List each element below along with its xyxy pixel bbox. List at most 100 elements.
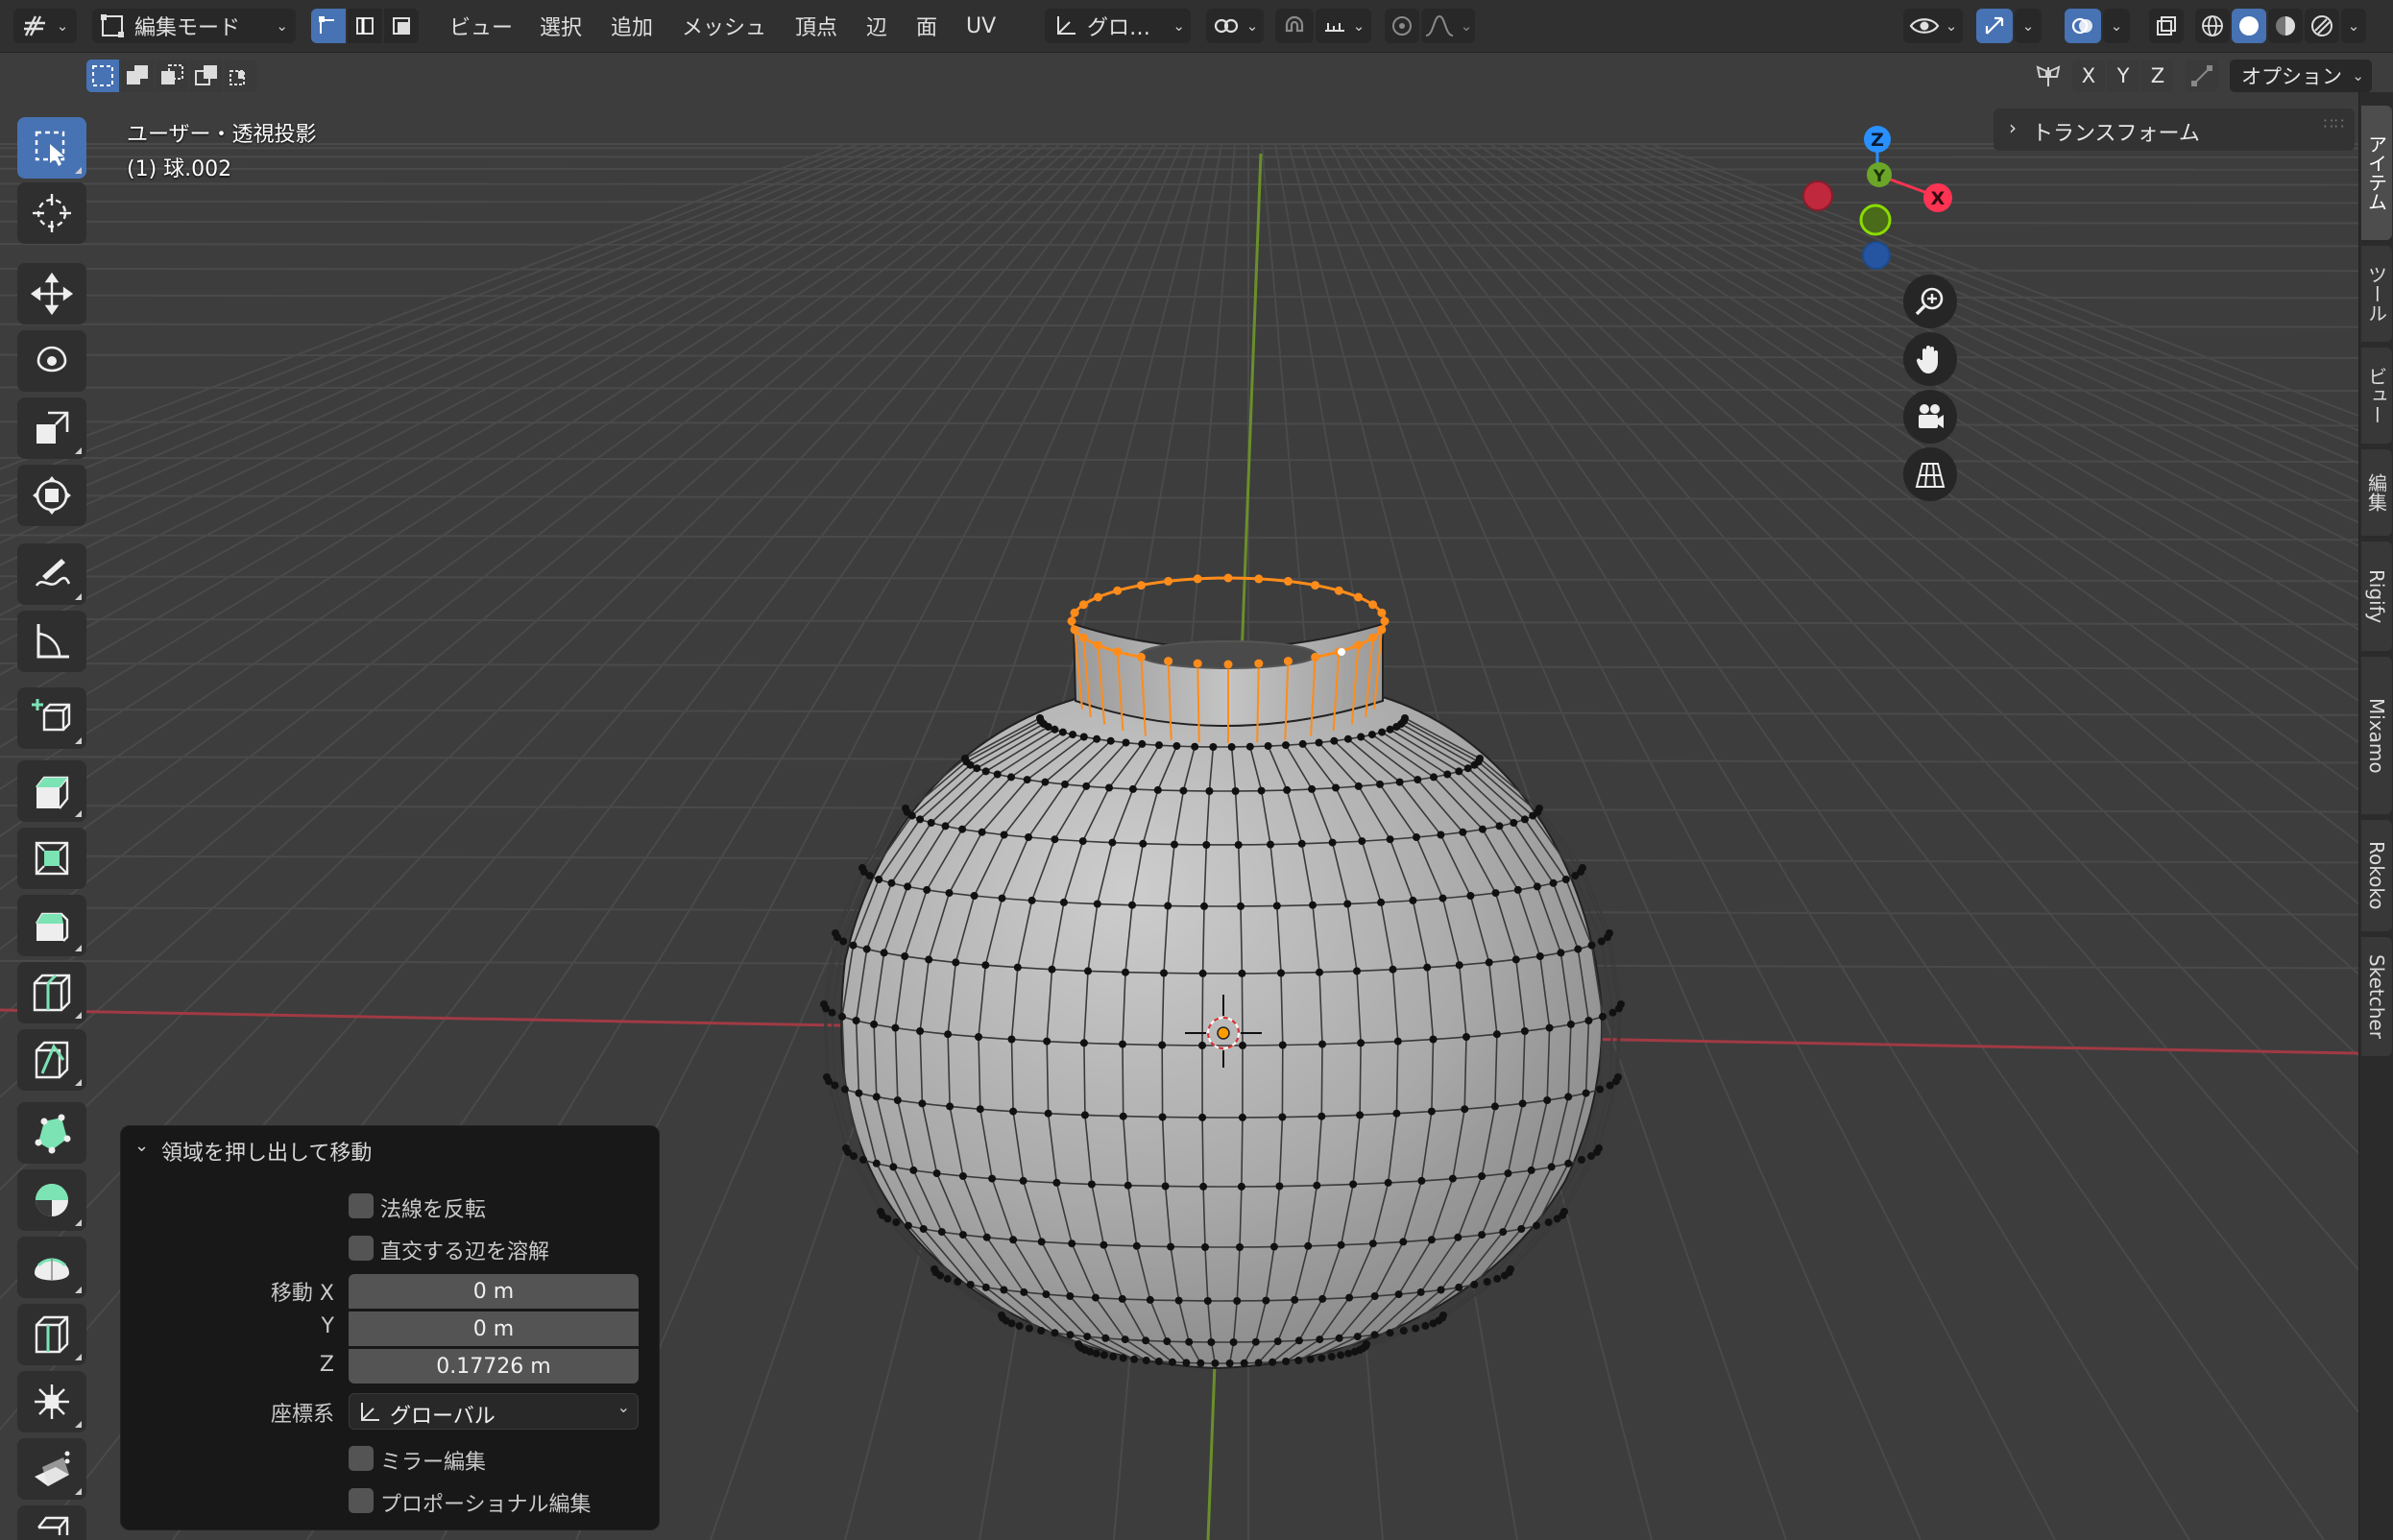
move-y-field[interactable]: 0 m (349, 1311, 639, 1346)
tab-view[interactable]: ビュー (2361, 348, 2392, 444)
menu-mesh[interactable]: メッシュ (682, 10, 766, 42)
options-dropdown[interactable]: オプション ⌄ (2230, 60, 2372, 92)
move-z-field[interactable]: 0.17726 m (349, 1349, 639, 1384)
transform-panel-header[interactable]: › トランスフォーム ∷∷ (1994, 108, 2355, 151)
transform-tool[interactable] (17, 465, 86, 526)
shading-wireframe-button[interactable] (2195, 9, 2230, 43)
overlay-toggle[interactable] (2065, 9, 2101, 43)
falloff-icon (1425, 14, 1453, 36)
rotate-tool[interactable] (17, 330, 86, 392)
tab-tool-label: ツール (2364, 265, 2388, 323)
orientation-select[interactable]: グローバル ⌄ (349, 1393, 639, 1430)
transform-panel-title: トランスフォーム (2032, 122, 2200, 146)
cursor-icon (33, 194, 71, 232)
snap-target-button[interactable]: ⌄ (1316, 9, 1371, 43)
shear-tool[interactable] (17, 1438, 86, 1500)
proportional-edit-icon (1392, 16, 1412, 36)
operator-title[interactable]: 領域を押し出して移動 (161, 1136, 372, 1167)
tab-item-label: アイテム (2364, 134, 2388, 211)
zoom-button[interactable] (1903, 275, 1957, 328)
menu-edge[interactable]: 辺 (866, 10, 887, 42)
tab-item[interactable]: アイテム (2361, 106, 2392, 240)
tab-sketcher[interactable]: Sketcher (2361, 937, 2392, 1056)
select-new-button[interactable] (86, 60, 119, 92)
proportional-edit-checkbox[interactable] (349, 1488, 374, 1513)
move-tool[interactable] (17, 263, 86, 325)
mirror-z-toggle[interactable]: Z (2141, 60, 2174, 92)
menu-face[interactable]: 面 (916, 10, 937, 42)
flip-normals-label: 法線を反転 (380, 1198, 487, 1222)
tab-mixamo[interactable]: Mixamo (2361, 657, 2392, 814)
vertex-select-button[interactable] (311, 9, 346, 43)
tab-edit[interactable]: 編集 (2361, 449, 2392, 536)
gizmo-dropdown[interactable]: ⌄ (2015, 9, 2042, 43)
projection-toggle-button[interactable] (1903, 447, 1957, 501)
mode-selector[interactable]: 編集モード ⌄ (92, 9, 296, 43)
menu-view[interactable]: ビュー (449, 10, 513, 42)
scale-tool[interactable] (17, 397, 86, 459)
drag-handle-icon[interactable]: ∷∷ (2324, 114, 2345, 132)
select-box-tool[interactable] (17, 117, 86, 179)
shading-material-button[interactable] (2268, 9, 2303, 43)
overlay-dropdown[interactable]: ⌄ (2103, 9, 2130, 43)
dropdown-arrow-icon: ⌄ (616, 1398, 630, 1416)
annotate-tool[interactable] (17, 543, 86, 605)
extrude-tool[interactable] (17, 760, 86, 822)
editor-type-button[interactable]: ⌄ (13, 9, 77, 43)
tab-rokoko[interactable]: Rokoko (2361, 820, 2392, 931)
tab-tool[interactable]: ツール (2361, 246, 2392, 342)
edge-slide-tool[interactable] (17, 1304, 86, 1365)
spin-tool[interactable] (17, 1169, 86, 1231)
face-select-button[interactable] (384, 9, 419, 43)
shrink-fatten-tool[interactable] (17, 1371, 86, 1432)
xray-toggle[interactable] (2149, 9, 2184, 43)
pan-button[interactable] (1903, 332, 1957, 386)
mirror-x-toggle[interactable]: X (2072, 60, 2105, 92)
cursor-tool[interactable] (17, 182, 86, 244)
move-x-field[interactable]: 0 m (349, 1274, 639, 1309)
navigation-gizmo[interactable]: Z Y X (1786, 115, 1959, 278)
inset-tool[interactable] (17, 828, 86, 889)
rip-tool[interactable] (17, 1505, 86, 1540)
transform-orientation-dropdown[interactable]: グロ… ⌄ (1045, 9, 1191, 43)
mirror-edit-checkbox[interactable] (349, 1446, 374, 1471)
edge-select-button[interactable] (348, 9, 382, 43)
pivot-point-button[interactable]: ⌄ (1206, 9, 1264, 43)
menu-vertex[interactable]: 頂点 (795, 10, 837, 42)
tab-rokoko-label: Rokoko (2365, 841, 2388, 910)
gizmo-toggle[interactable] (1976, 9, 2013, 43)
perspective-grid-icon (1915, 463, 1946, 488)
chevron-down-icon[interactable]: ⌄ (134, 1136, 149, 1156)
shading-dropdown[interactable]: ⌄ (2341, 9, 2366, 43)
edge-select-icon (356, 17, 374, 35)
proportional-edit-toggle[interactable] (1385, 9, 1419, 43)
smooth-tool[interactable] (17, 1237, 86, 1298)
auto-merge-toggle[interactable] (2186, 60, 2218, 92)
edge-slide-icon (35, 1315, 69, 1354)
shading-solid-button[interactable] (2232, 9, 2266, 43)
mirror-y-toggle[interactable]: Y (2107, 60, 2139, 92)
shading-rendered-button[interactable] (2305, 9, 2339, 43)
knife-tool[interactable] (17, 1029, 86, 1091)
select-intersect-button[interactable] (225, 60, 257, 92)
select-extend-button[interactable] (121, 60, 154, 92)
visibility-button[interactable]: ⌄ (1903, 9, 1963, 43)
dissolve-edges-checkbox[interactable] (349, 1236, 374, 1261)
select-invert-button[interactable] (190, 60, 223, 92)
measure-tool[interactable] (17, 611, 86, 672)
flip-normals-checkbox[interactable] (349, 1193, 374, 1218)
add-cube-tool[interactable] (17, 687, 86, 749)
bevel-tool[interactable] (17, 895, 86, 956)
loop-cut-tool[interactable] (17, 962, 86, 1023)
camera-view-button[interactable] (1903, 390, 1957, 444)
snap-toggle[interactable] (1275, 9, 1314, 43)
menu-select[interactable]: 選択 (540, 10, 582, 42)
select-subtract-button[interactable] (156, 60, 188, 92)
edit-mode-icon (101, 14, 124, 37)
transform-icon (33, 476, 71, 515)
menu-uv[interactable]: UV (966, 10, 996, 42)
poly-build-tool[interactable] (17, 1102, 86, 1164)
falloff-button[interactable]: ⌄ (1421, 9, 1475, 43)
tab-rigify[interactable]: Rigify (2361, 541, 2392, 651)
menu-add[interactable]: 追加 (611, 10, 653, 42)
